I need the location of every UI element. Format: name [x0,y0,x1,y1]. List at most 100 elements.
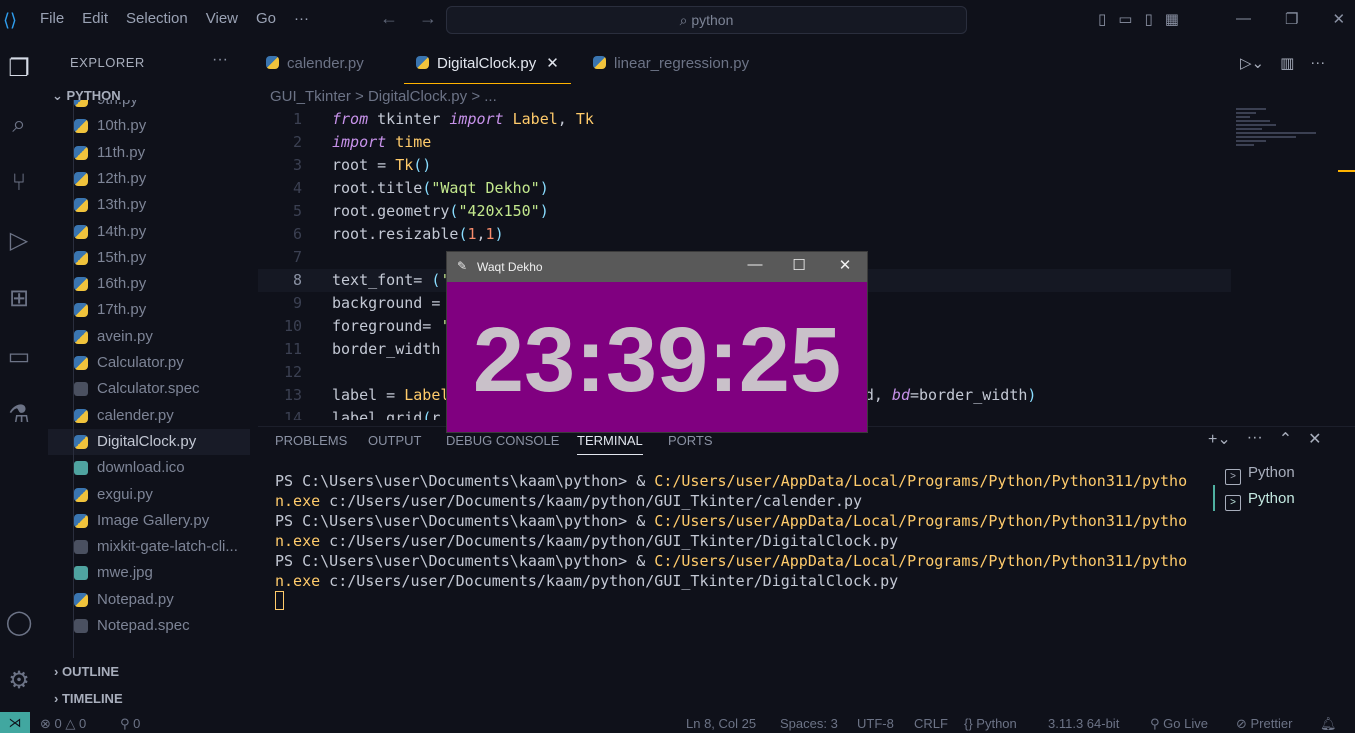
minimap[interactable] [1236,108,1326,158]
python-interpreter[interactable]: 3.11.3 64-bit [1048,716,1119,731]
file-item[interactable]: avein.py [48,324,250,350]
tab-calender[interactable]: calender.py [266,44,364,84]
more-actions-icon[interactable]: ··· [212,51,228,69]
close-panel-icon[interactable]: ✕ [1308,429,1321,449]
notifications-bell-icon[interactable]: 🔔︎ [1320,716,1337,732]
file-item[interactable]: 14th.py [48,219,250,245]
menu-go[interactable]: Go [256,10,276,27]
restore-icon[interactable]: ❐ [1285,10,1298,28]
tab-ports[interactable]: PORTS [668,433,713,448]
forward-arrow-icon[interactable]: → [419,8,437,28]
tk-minimize-icon[interactable]: — [745,256,765,273]
menu-view[interactable]: View [206,10,238,27]
timeline-section[interactable]: › TIMELINE [54,691,123,706]
file-item[interactable]: DigitalClock.py [48,428,250,455]
terminal-input-line[interactable] [275,591,1185,611]
breadcrumb[interactable]: GUI_Tkinter > DigitalClock.py > ... [270,88,497,105]
file-label: Calculator.py [97,354,184,371]
split-editor-icon[interactable]: ▥ [1280,54,1294,72]
toggle-sidebar-icon[interactable]: ▯ [1098,10,1106,28]
tab-digitalclock[interactable]: DigitalClock.py ✕ [404,44,571,84]
file-item[interactable]: mixkit-gate-latch-cli... [48,534,250,560]
file-item[interactable]: Notepad.spec [48,613,250,639]
run-python-icon[interactable]: ▷⌄ [1240,54,1264,72]
file-item[interactable]: Calculator.py [48,350,250,376]
close-icon[interactable]: ✕ [1332,10,1345,28]
toggle-secondary-sidebar-icon[interactable]: ▯ [1144,10,1152,28]
code-text: import time [332,133,432,151]
line-number: 14 [283,409,302,420]
indentation[interactable]: Spaces: 3 [780,716,838,731]
language-mode[interactable]: {} Python [964,716,1017,731]
back-arrow-icon[interactable]: ← [380,8,398,28]
go-live[interactable]: ⚲ Go Live [1150,716,1208,732]
file-item[interactable]: 15th.py [48,245,250,271]
file-item[interactable]: 13th.py [48,192,250,218]
file-item[interactable]: Notepad.py [48,587,250,613]
tk-close-icon[interactable]: ✕ [835,256,855,274]
tab-linear-regression[interactable]: linear_regression.py [593,44,749,84]
tk-window[interactable]: ✎ Waqt Dekho — ☐ ✕ 23:39:25 [446,251,868,433]
source-control-icon[interactable]: ⑂ [4,168,34,198]
file-item[interactable]: 12th.py [48,166,250,192]
settings-gear-icon[interactable]: ⚙ [4,666,34,696]
search-icon[interactable]: ⌕ [4,110,34,140]
menu-file[interactable]: File [40,10,64,27]
file-item[interactable]: calender.py [48,403,250,429]
run-debug-icon[interactable]: ▷ [4,226,34,256]
file-label: 12th.py [97,169,147,187]
file-item[interactable]: 16th.py [48,271,250,297]
language-label: Python [976,716,1017,731]
python-file-icon [74,277,88,292]
terminal-output[interactable]: PS C:\Users\user\Documents\kaam\python> … [275,471,1187,611]
tk-maximize-icon[interactable]: ☐ [789,256,809,274]
remote-explorer-icon[interactable]: ▭ [4,342,34,372]
problems-status[interactable]: ⊗ 0 △ 0 [40,716,86,732]
file-item[interactable]: 10th.py [48,113,250,139]
file-item[interactable]: Calculator.spec [48,376,250,402]
toggle-panel-icon[interactable]: ▭ [1118,10,1132,28]
terminal-item-python-2[interactable]: > Python [1225,487,1295,511]
outline-section[interactable]: › OUTLINE [54,664,119,679]
file-item[interactable]: exgui.py [48,482,250,508]
more-actions-icon[interactable]: ··· [1247,429,1263,449]
file-item[interactable]: Image Gallery.py [48,508,250,534]
ports-status[interactable]: ⚲ 0 [120,716,140,732]
prettier[interactable]: ⊘ Prettier [1236,716,1292,732]
cursor-position[interactable]: Ln 8, Col 25 [686,716,756,731]
extensions-icon[interactable]: ⊞ [4,284,34,314]
close-tab-icon[interactable]: ✕ [546,55,559,72]
tab-output[interactable]: OUTPUT [368,433,421,448]
file-label: mwe.jpg [97,564,153,582]
terminal-item-python-1[interactable]: > Python [1225,461,1295,485]
end-of-line[interactable]: CRLF [914,716,948,731]
code-line: 4 root.title("Waqt Dekho") [258,177,1231,200]
tab-label: DigitalClock.py [437,55,537,72]
file-item[interactable]: 9th.py [48,100,250,113]
more-actions-icon[interactable]: ··· [1310,54,1325,72]
tab-label: linear_regression.py [614,55,750,72]
testing-icon[interactable]: ⚗ [4,400,34,430]
maximize-panel-icon[interactable]: ⌃ [1279,429,1292,449]
file-item[interactable]: 11th.py [48,140,250,166]
menu-more[interactable]: ··· [294,10,309,27]
tk-title-bar[interactable]: ✎ Waqt Dekho — ☐ ✕ [447,252,867,282]
file-item[interactable]: download.ico [48,455,250,481]
account-icon[interactable]: ◯ [4,608,34,638]
file-label: 11th.py [97,143,146,161]
remote-indicator-icon[interactable]: ⋊ [0,712,30,733]
minimize-icon[interactable]: — [1236,10,1251,28]
tab-debug-console[interactable]: DEBUG CONSOLE [446,433,559,448]
file-label: 13th.py [97,196,147,214]
file-item[interactable]: mwe.jpg [48,560,250,586]
command-center-search[interactable]: ⌕ python [446,6,967,34]
menu-edit[interactable]: Edit [82,10,108,27]
tab-problems[interactable]: PROBLEMS [275,433,347,448]
explorer-icon[interactable]: ❐ [4,54,34,84]
encoding[interactable]: UTF-8 [857,716,894,731]
new-terminal-icon[interactable]: +⌄ [1208,429,1231,449]
tab-terminal[interactable]: TERMINAL [577,433,643,455]
file-item[interactable]: 17th.py [48,297,250,323]
customize-layout-icon[interactable]: ▦ [1165,10,1179,28]
menu-selection[interactable]: Selection [126,10,188,27]
